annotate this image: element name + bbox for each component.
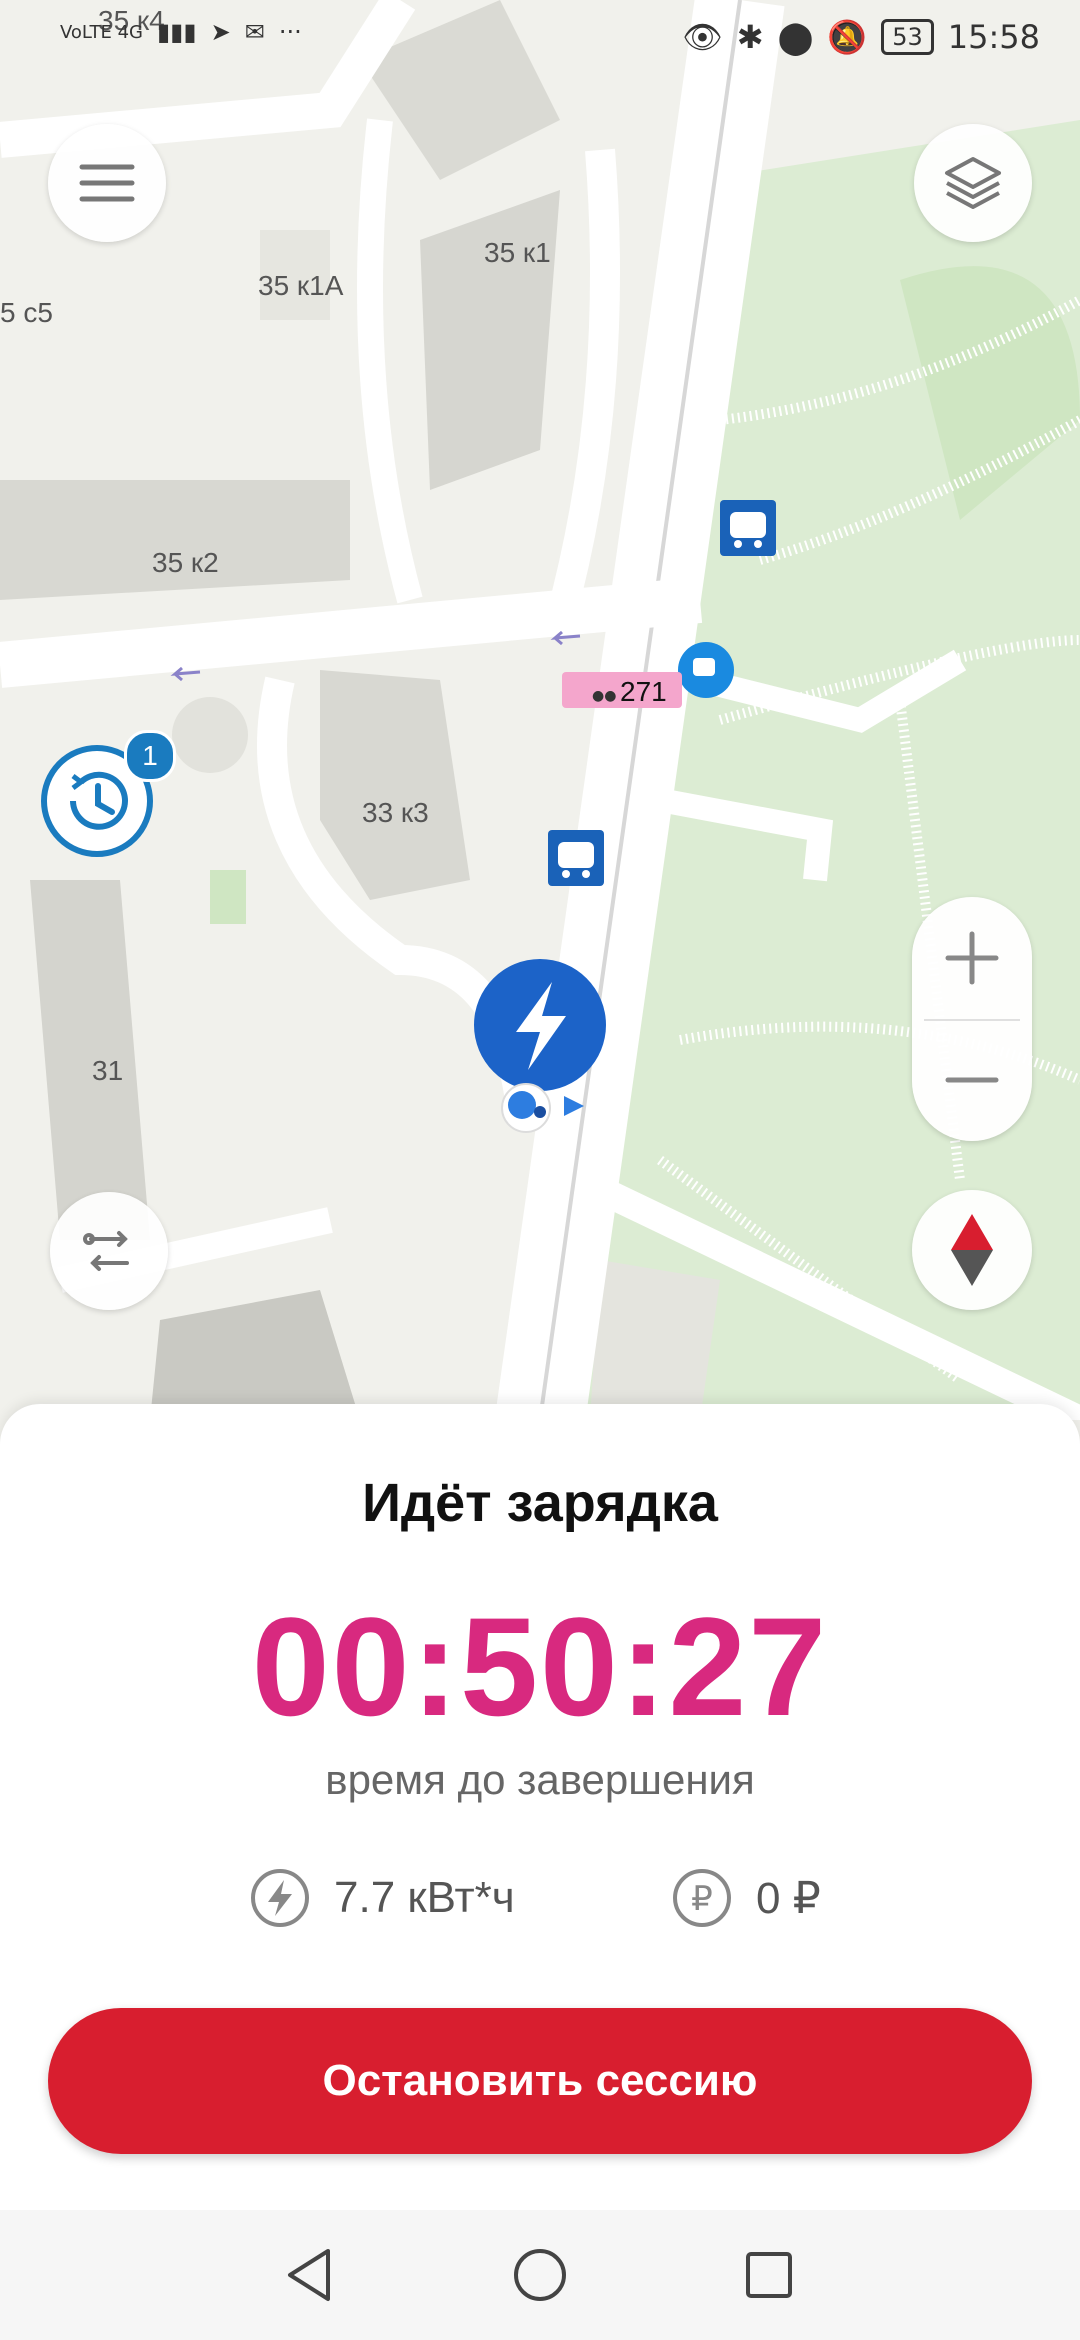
remaining-time-caption: время до завершения [325,1756,755,1803]
route-button[interactable] [50,1192,168,1310]
recents-button[interactable] [734,2240,804,2310]
stop-session-button[interactable]: Остановить сессию [48,2008,1032,2154]
notification-icon: ✉ [244,18,265,46]
svg-text:₽: ₽ [691,1879,713,1919]
system-navigation-bar [0,2210,1080,2340]
bluetooth-icon: ✱ [736,18,764,56]
building-label: 35 к1А [258,270,344,301]
zoom-out-button[interactable] [912,1019,1032,1141]
layers-icon [945,157,1001,209]
recents-icon [746,2252,792,2298]
building-label: 31 [92,1055,123,1086]
menu-icon [79,164,135,202]
route-icon [83,1231,129,1271]
location-icon: ⬤ [777,18,814,56]
more-icon: ··· [278,18,302,46]
building-label: 5 с5 [0,297,53,328]
home-button[interactable] [505,2240,575,2310]
remaining-time: 00:50:27 [251,1588,829,1745]
compass-icon [951,1214,993,1286]
building-label: 33 к3 [362,797,429,828]
eye-icon: 👁 [682,18,723,56]
back-icon [288,2249,330,2301]
lightning-icon [251,1869,309,1927]
svg-text:●●: ●● [592,688,616,704]
electric-bus-stop-icon[interactable] [678,642,734,698]
battery-indicator: 53 [881,19,934,55]
status-bar: VoLTE 4G ▮▮▮ ➤ ✉ ··· 👁 ✱ ⬤ 🔕 53 15:58 [0,0,1080,80]
building-label: 35 к2 [152,547,219,578]
bus-stop-icon[interactable] [548,830,604,886]
menu-button[interactable] [48,124,166,242]
bus-route-label[interactable]: ●● 271 [562,672,682,708]
network-indicator: VoLTE 4G [60,21,143,43]
charging-session-panel: Идёт зарядка 00:50:27 время до завершени… [0,1404,1080,2210]
minus-icon [945,1077,999,1083]
zoom-control [912,897,1032,1141]
ruble-icon: ₽ [673,1869,731,1927]
mute-icon: 🔕 [827,18,868,56]
charging-title: Идёт зарядка [362,1473,718,1533]
bus-route-number: 271 [620,676,667,707]
energy-stat: 7.7 кВт*ч [250,1868,515,1928]
signal-icon: ▮▮▮ [156,18,197,46]
home-icon [514,2249,566,2301]
clock: 15:58 [947,18,1040,56]
charging-station-marker[interactable] [474,959,606,1091]
zoom-in-button[interactable] [912,897,1032,1019]
energy-value: 7.7 кВт*ч [334,1873,515,1922]
map-view[interactable]: ●● 271 35 к4 35 к1 35 к1А 5 с5 35 к2 33 … [0,0,1080,1420]
building-label: 35 к1 [484,237,551,268]
history-badge: 1 [124,730,176,782]
bus-stop-icon[interactable] [720,500,776,556]
back-button[interactable] [274,2240,344,2310]
telegram-icon: ➤ [210,18,231,46]
layers-button[interactable] [914,124,1032,242]
compass-button[interactable] [912,1190,1032,1310]
plus-icon [945,931,999,985]
cost-value: 0 ₽ [756,1873,821,1923]
cost-stat: ₽ 0 ₽ [672,1868,821,1928]
